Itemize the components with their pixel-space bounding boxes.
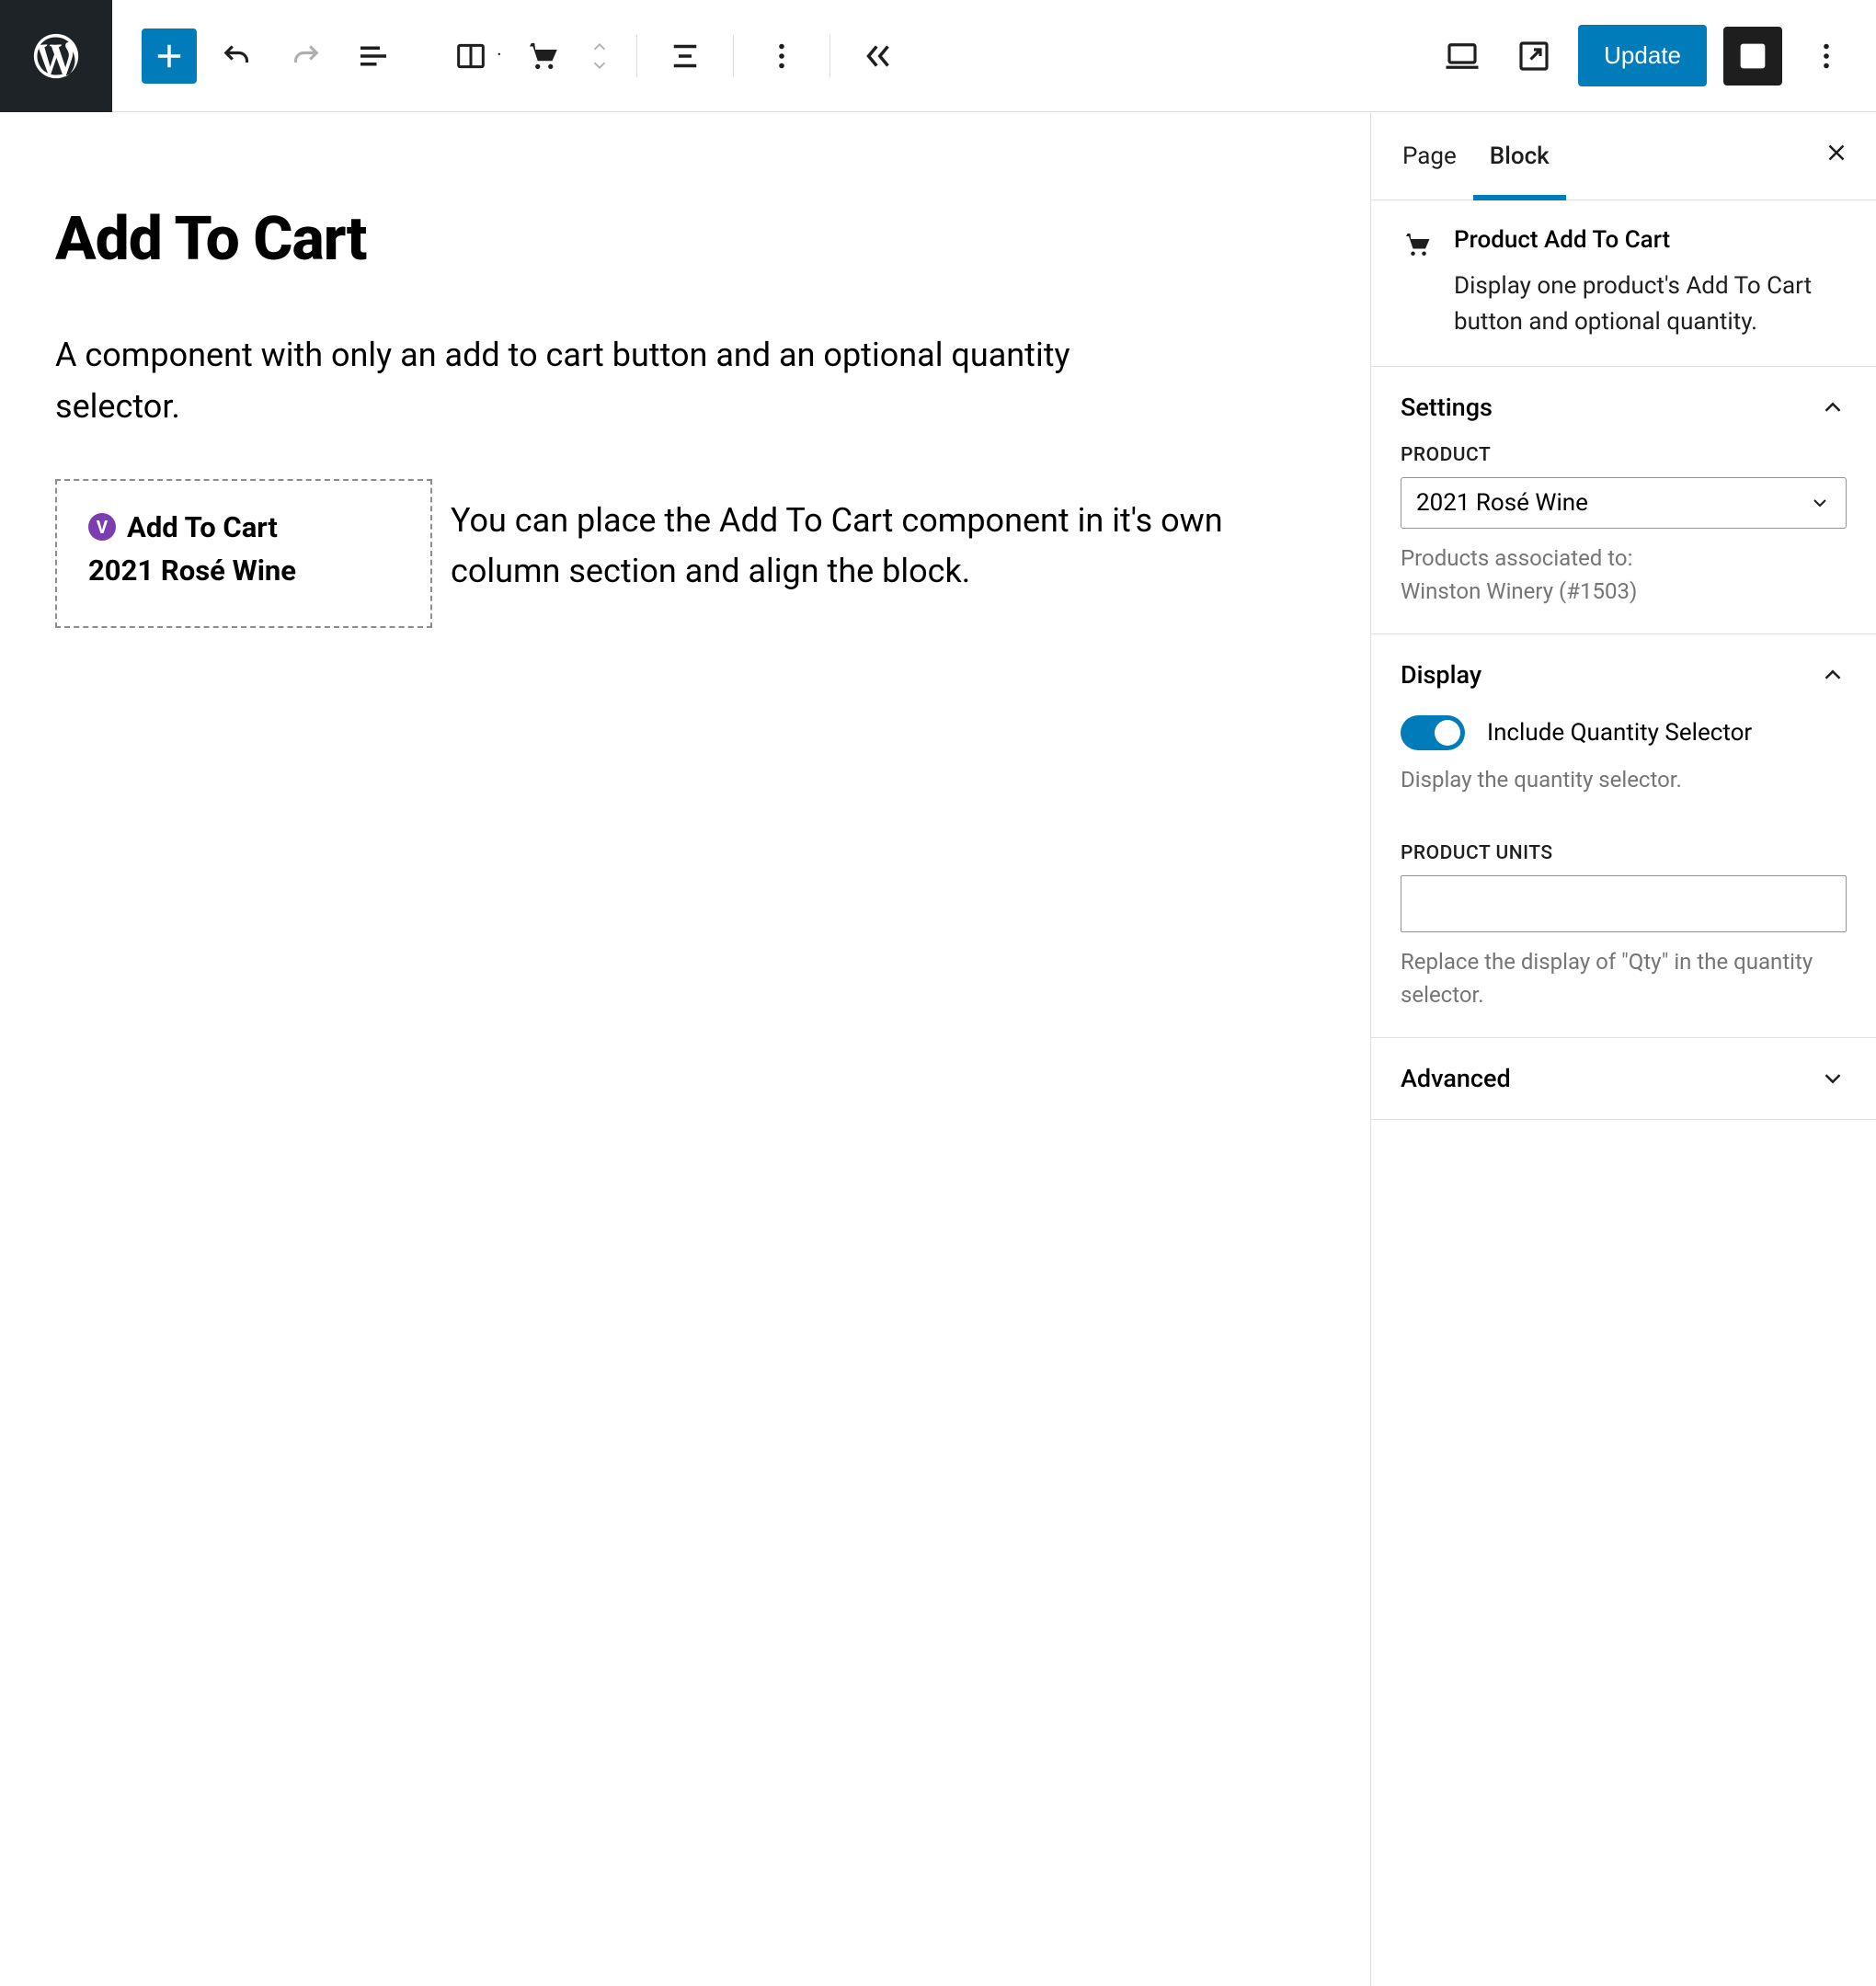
dot-icon: · <box>497 44 502 67</box>
collapse-toolbar-button[interactable] <box>851 29 906 84</box>
cart-icon <box>1401 228 1434 340</box>
settings-panel-toggle[interactable]: Settings <box>1401 393 1847 422</box>
tab-block[interactable]: Block <box>1473 112 1566 200</box>
quantity-selector-toggle[interactable] <box>1401 715 1465 750</box>
align-button[interactable] <box>658 29 713 84</box>
redo-button[interactable] <box>278 29 333 84</box>
editor-options-button[interactable] <box>1799 29 1854 84</box>
chevron-up-icon <box>1819 661 1847 689</box>
advanced-panel-toggle[interactable]: Advanced <box>1401 1064 1847 1093</box>
block-badge-icon: V <box>88 513 116 541</box>
quantity-selector-label: Include Quantity Selector <box>1487 719 1752 747</box>
column-text[interactable]: You can place the Add To Cart component … <box>451 479 1315 599</box>
product-units-help: Replace the display of "Qty" in the quan… <box>1401 945 1847 1011</box>
settings-panel: Settings PRODUCT 2021 Rosé Wine Products… <box>1371 367 1876 634</box>
settings-sidebar-toggle[interactable] <box>1723 27 1782 86</box>
block-name: Product Add To Cart <box>1454 226 1847 254</box>
device-preview-button[interactable] <box>1435 29 1490 84</box>
block-product-name: 2021 Rosé Wine <box>88 554 399 588</box>
block-title: Add To Cart <box>127 510 278 544</box>
quantity-toggle-help: Display the quantity selector. <box>1401 763 1847 796</box>
cart-icon[interactable] <box>515 29 570 84</box>
product-units-label: PRODUCT UNITS <box>1401 842 1847 864</box>
tab-page[interactable]: Page <box>1397 112 1473 200</box>
list-view-button[interactable] <box>346 29 401 84</box>
update-button[interactable]: Update <box>1578 25 1707 86</box>
chevron-up-icon <box>1819 394 1847 421</box>
block-description: Display one product's Add To Cart button… <box>1454 268 1847 340</box>
page-description[interactable]: A component with only an add to cart but… <box>55 330 1159 433</box>
product-help-text: Products associated to: Winston Winery (… <box>1401 542 1847 608</box>
editor-canvas[interactable]: Add To Cart A component with only an add… <box>0 112 1370 1986</box>
display-panel-toggle[interactable]: Display <box>1401 660 1847 690</box>
top-toolbar: · <box>0 0 1876 112</box>
add-to-cart-block[interactable]: V Add To Cart 2021 Rosé Wine <box>55 479 432 628</box>
wordpress-logo[interactable] <box>0 0 112 112</box>
settings-sidebar: Page Block Product Add To Cart Display o… <box>1370 112 1876 1986</box>
move-updown-button[interactable] <box>583 39 616 74</box>
undo-button[interactable] <box>210 29 265 84</box>
block-options-button[interactable] <box>754 29 809 84</box>
advanced-panel: Advanced <box>1371 1038 1876 1120</box>
product-select[interactable]: 2021 Rosé Wine <box>1401 477 1847 529</box>
view-page-button[interactable] <box>1506 29 1561 84</box>
page-title[interactable]: Add To Cart <box>55 204 1315 275</box>
product-units-input[interactable] <box>1401 875 1847 932</box>
chevron-down-icon <box>1819 1065 1847 1092</box>
add-block-button[interactable] <box>142 29 197 84</box>
block-info-panel: Product Add To Cart Display one product'… <box>1371 200 1876 367</box>
chevron-down-icon <box>1809 492 1831 514</box>
product-label: PRODUCT <box>1401 444 1847 466</box>
display-panel: Display Include Quantity Selector Displa… <box>1371 634 1876 1038</box>
columns-icon[interactable] <box>452 29 489 84</box>
close-sidebar-button[interactable] <box>1823 139 1850 173</box>
